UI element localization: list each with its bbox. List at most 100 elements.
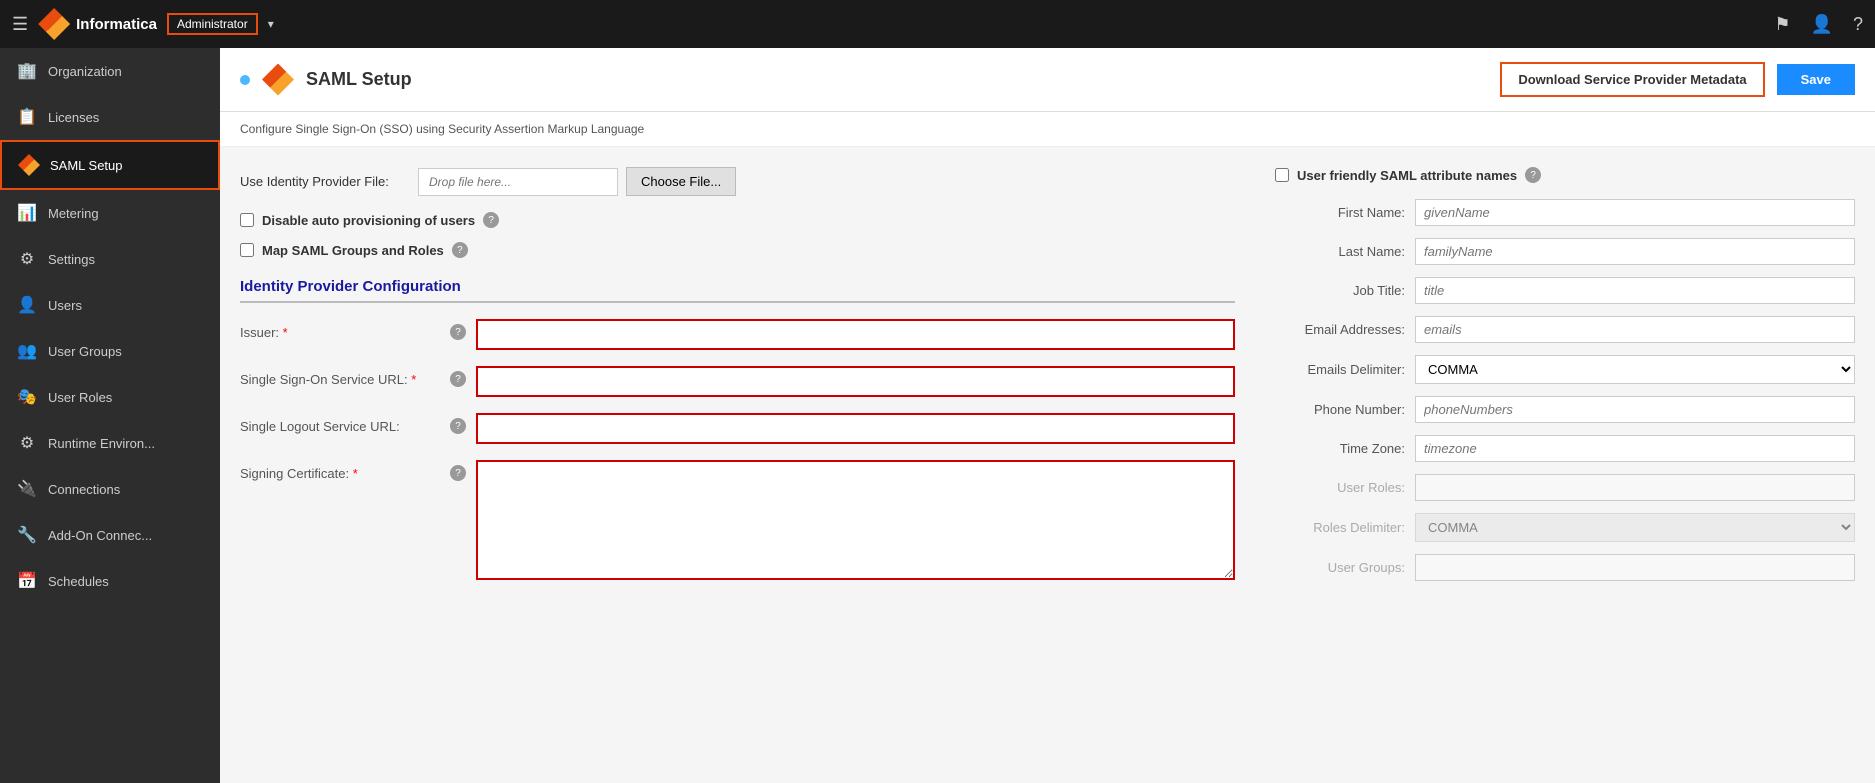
phone-number-field-row: Phone Number: xyxy=(1275,396,1855,423)
admin-badge[interactable]: Administrator xyxy=(167,13,258,35)
save-button[interactable]: Save xyxy=(1777,64,1855,95)
issuer-field-row: Issuer: * ? xyxy=(240,319,1235,350)
right-column: User friendly SAML attribute names ? Fir… xyxy=(1275,167,1855,596)
sidebar-label-users: Users xyxy=(48,298,82,313)
sidebar-item-schedules[interactable]: 📅 Schedules xyxy=(0,558,220,604)
sidebar-item-licenses[interactable]: 📋 Licenses xyxy=(0,94,220,140)
disable-auto-provision-checkbox[interactable] xyxy=(240,213,254,227)
sidebar-label-organization: Organization xyxy=(48,64,122,79)
first-name-input[interactable] xyxy=(1415,199,1855,226)
user-roles-icon: 🎭 xyxy=(16,386,38,408)
sidebar-label-settings: Settings xyxy=(48,252,95,267)
sidebar-label-metering: Metering xyxy=(48,206,99,221)
top-navigation: ☰ Informatica Administrator ▾ ⚑ 👤 ? xyxy=(0,0,1875,48)
help-icon[interactable]: ? xyxy=(1853,14,1863,35)
page-body: Use Identity Provider File: Choose File.… xyxy=(220,147,1875,783)
map-saml-groups-checkbox[interactable] xyxy=(240,243,254,257)
slo-url-help-icon[interactable]: ? xyxy=(450,418,466,434)
runtime-icon: ⚙ xyxy=(16,432,38,454)
user-profile-icon[interactable]: 👤 xyxy=(1811,14,1833,35)
issuer-label: Issuer: * xyxy=(240,319,440,340)
first-name-field-row: First Name: xyxy=(1275,199,1855,226)
disable-auto-provision-row: Disable auto provisioning of users ? xyxy=(240,212,1235,228)
flag-icon[interactable]: ⚑ xyxy=(1774,14,1790,35)
time-zone-input[interactable] xyxy=(1415,435,1855,462)
user-friendly-saml-help-icon[interactable]: ? xyxy=(1525,167,1541,183)
page-title: SAML Setup xyxy=(306,69,1488,90)
sidebar-label-user-groups: User Groups xyxy=(48,344,122,359)
page-header: SAML Setup Download Service Provider Met… xyxy=(220,48,1875,112)
connections-icon: 🔌 xyxy=(16,478,38,500)
hamburger-menu[interactable]: ☰ xyxy=(12,14,28,35)
job-title-field-row: Job Title: xyxy=(1275,277,1855,304)
emails-delimiter-select[interactable]: COMMA SEMICOLON PIPE SPACE xyxy=(1415,355,1855,384)
file-drop-input[interactable] xyxy=(418,168,618,196)
saml-icon xyxy=(18,154,40,176)
sidebar-item-user-groups[interactable]: 👥 User Groups xyxy=(0,328,220,374)
map-saml-help-icon[interactable]: ? xyxy=(452,242,468,258)
metering-icon: 📊 xyxy=(16,202,38,224)
organization-icon: 🏢 xyxy=(16,60,38,82)
admin-dropdown-arrow[interactable]: ▾ xyxy=(268,17,274,31)
map-saml-groups-label: Map SAML Groups and Roles xyxy=(262,243,444,258)
last-name-input[interactable] xyxy=(1415,238,1855,265)
choose-file-button[interactable]: Choose File... xyxy=(626,167,736,196)
settings-icon: ⚙ xyxy=(16,248,38,270)
user-groups-field-row: User Groups: xyxy=(1275,554,1855,581)
roles-delimiter-select[interactable]: COMMA SEMICOLON PIPE SPACE xyxy=(1415,513,1855,542)
time-zone-label: Time Zone: xyxy=(1275,441,1405,456)
signing-cert-textarea[interactable] xyxy=(476,460,1235,580)
disable-auto-help-icon[interactable]: ? xyxy=(483,212,499,228)
sidebar-item-user-roles[interactable]: 🎭 User Roles xyxy=(0,374,220,420)
sidebar-label-connections: Connections xyxy=(48,482,120,497)
user-friendly-saml-checkbox[interactable] xyxy=(1275,168,1289,182)
sidebar-item-users[interactable]: 👤 Users xyxy=(0,282,220,328)
schedules-icon: 📅 xyxy=(16,570,38,592)
users-icon: 👤 xyxy=(16,294,38,316)
job-title-label: Job Title: xyxy=(1275,283,1405,298)
sso-url-field-row: Single Sign-On Service URL: * ? xyxy=(240,366,1235,397)
licenses-icon: 📋 xyxy=(16,106,38,128)
logo-area: Informatica xyxy=(38,8,157,40)
page-subtitle: Configure Single Sign-On (SSO) using Sec… xyxy=(220,112,1875,147)
sso-url-help-icon[interactable]: ? xyxy=(450,371,466,387)
sidebar-item-runtime[interactable]: ⚙ Runtime Environ... xyxy=(0,420,220,466)
sso-url-label: Single Sign-On Service URL: * xyxy=(240,366,440,387)
slo-url-input[interactable] xyxy=(476,413,1235,444)
sidebar-label-addon: Add-On Connec... xyxy=(48,528,152,543)
phone-number-input[interactable] xyxy=(1415,396,1855,423)
user-friendly-saml-label: User friendly SAML attribute names xyxy=(1297,168,1517,183)
sidebar-item-metering[interactable]: 📊 Metering xyxy=(0,190,220,236)
sidebar-item-saml-setup[interactable]: SAML Setup xyxy=(0,140,220,190)
sidebar-item-organization[interactable]: 🏢 Organization xyxy=(0,48,220,94)
sidebar-label-user-roles: User Roles xyxy=(48,390,112,405)
slo-url-label: Single Logout Service URL: xyxy=(240,413,440,434)
sidebar-item-settings[interactable]: ⚙ Settings xyxy=(0,236,220,282)
signing-cert-label: Signing Certificate: * xyxy=(240,460,440,481)
form-area: Use Identity Provider File: Choose File.… xyxy=(220,147,1875,616)
issuer-input[interactable] xyxy=(476,319,1235,350)
page-icon xyxy=(262,64,294,96)
app-logo xyxy=(38,8,70,40)
user-roles-attr-input[interactable] xyxy=(1415,474,1855,501)
user-roles-field-row: User Roles: xyxy=(1275,474,1855,501)
sidebar-item-connections[interactable]: 🔌 Connections xyxy=(0,466,220,512)
nav-icons: ⚑ 👤 ? xyxy=(1774,14,1863,35)
sidebar-item-addon[interactable]: 🔧 Add-On Connec... xyxy=(0,512,220,558)
signing-cert-help-icon[interactable]: ? xyxy=(450,465,466,481)
sidebar-label-licenses: Licenses xyxy=(48,110,99,125)
content-area: SAML Setup Download Service Provider Met… xyxy=(220,48,1875,783)
user-groups-attr-input[interactable] xyxy=(1415,554,1855,581)
sso-url-input[interactable] xyxy=(476,366,1235,397)
slo-url-field-row: Single Logout Service URL: ? xyxy=(240,413,1235,444)
file-upload-row: Use Identity Provider File: Choose File.… xyxy=(240,167,1235,196)
user-groups-attr-label: User Groups: xyxy=(1275,560,1405,575)
job-title-input[interactable] xyxy=(1415,277,1855,304)
email-addresses-label: Email Addresses: xyxy=(1275,322,1405,337)
map-saml-groups-row: Map SAML Groups and Roles ? xyxy=(240,242,1235,258)
addon-icon: 🔧 xyxy=(16,524,38,546)
issuer-help-icon[interactable]: ? xyxy=(450,324,466,340)
email-addresses-input[interactable] xyxy=(1415,316,1855,343)
download-metadata-button[interactable]: Download Service Provider Metadata xyxy=(1500,62,1764,97)
signing-cert-field-row: Signing Certificate: * ? xyxy=(240,460,1235,580)
